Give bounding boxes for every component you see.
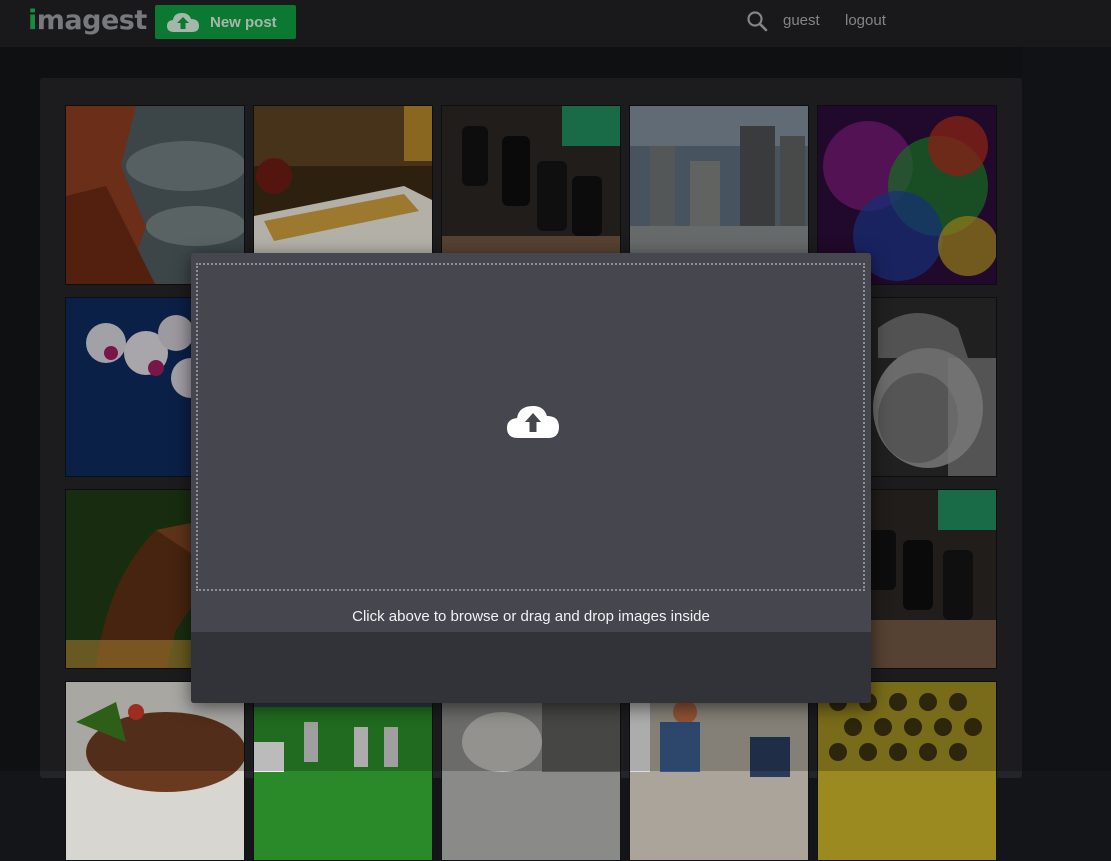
- gallery-thumbnail[interactable]: [629, 681, 809, 861]
- new-post-label: New post: [210, 14, 277, 31]
- gallery-thumbnail[interactable]: [441, 681, 621, 861]
- cloud-upload-icon: [506, 405, 560, 444]
- modal-footer: [191, 632, 871, 703]
- user-link[interactable]: guest: [783, 12, 820, 29]
- top-navbar: imagest New post guest logout: [0, 0, 1111, 47]
- gallery-thumbnail[interactable]: [65, 681, 245, 861]
- search-icon[interactable]: [746, 10, 768, 37]
- gallery-thumbnail[interactable]: [817, 681, 997, 861]
- logout-link[interactable]: logout: [845, 12, 886, 29]
- upload-instructions: Click above to browse or drag and drop i…: [352, 608, 710, 625]
- logo[interactable]: imagest: [28, 5, 147, 36]
- upload-modal: Click above to browse or drag and drop i…: [191, 253, 871, 703]
- page-margin: [1022, 47, 1111, 771]
- gallery-thumbnail[interactable]: [253, 681, 433, 861]
- upload-dropzone[interactable]: [196, 263, 865, 591]
- cloud-upload-icon: [166, 12, 200, 38]
- new-post-button[interactable]: New post: [155, 5, 296, 39]
